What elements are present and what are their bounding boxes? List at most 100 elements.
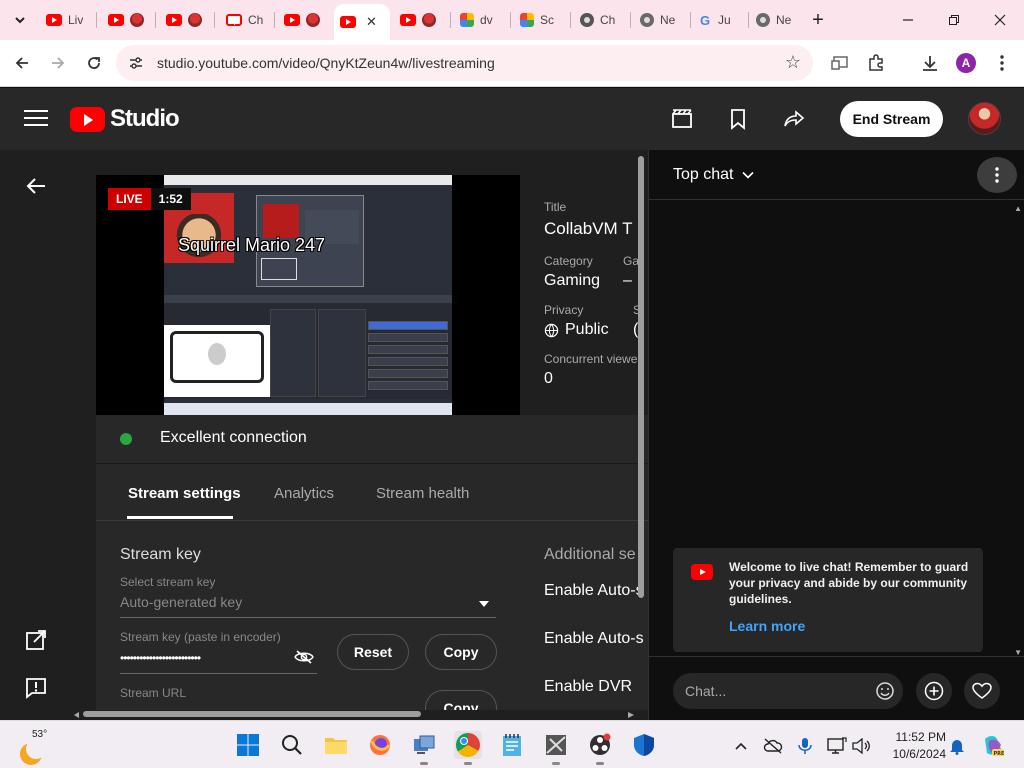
chat-scroll-up-icon[interactable]: ▲	[1014, 204, 1022, 213]
auto-start-option[interactable]: Enable Auto-s	[544, 582, 644, 600]
browser-tab[interactable]: Ne	[750, 6, 802, 34]
start-button[interactable]	[234, 731, 262, 759]
bookmark-icon[interactable]	[726, 107, 750, 131]
browser-tab[interactable]	[394, 6, 446, 34]
stream-preview[interactable]: LIVE 1:52 Squirrel Mario 247	[96, 175, 520, 415]
bookmark-star-icon[interactable]: ☆	[785, 52, 801, 73]
back-arrow-icon[interactable]	[24, 174, 48, 198]
add-button[interactable]	[916, 673, 952, 709]
emoji-button[interactable]	[867, 673, 903, 709]
mario-icon	[130, 13, 144, 27]
volume-status[interactable]	[850, 735, 872, 757]
visibility-off-icon[interactable]	[294, 649, 314, 665]
scroll-right-arrow-icon[interactable]	[628, 712, 634, 718]
studio-logo[interactable]: Studio	[70, 105, 180, 133]
monitor-icon	[827, 737, 847, 754]
virtual-machine-button[interactable]	[410, 731, 438, 765]
show-hidden-icons[interactable]	[730, 735, 752, 757]
notepad-button[interactable]	[498, 731, 526, 759]
search-button[interactable]	[278, 731, 306, 759]
close-window-button[interactable]	[980, 6, 1020, 34]
display-status[interactable]	[826, 735, 848, 757]
browser-tab[interactable]	[160, 6, 210, 34]
stream-key-value: •••••••••••••••••••••••••	[120, 651, 201, 665]
copilot-button[interactable]: PRE	[980, 735, 1006, 757]
heart-button[interactable]	[964, 673, 1000, 709]
enable-dvr-option[interactable]: Enable DVR	[544, 678, 632, 696]
profile-button[interactable]: A	[952, 49, 980, 77]
browser-tab-strip: Liv Ch ✕ dv Sc Ch Ne G Ju Ne +	[0, 0, 1024, 40]
channel-avatar[interactable]	[968, 102, 1001, 135]
learn-more-link[interactable]: Learn more	[729, 618, 805, 634]
browser-tab[interactable]: Sc	[514, 6, 566, 34]
firefox-button[interactable]	[366, 731, 394, 759]
clapperboard-icon[interactable]	[670, 107, 694, 131]
photos-icon	[520, 13, 534, 27]
browser-tab[interactable]: Liv	[40, 6, 92, 34]
heart-icon	[972, 682, 992, 699]
kebab-menu-icon	[1000, 55, 1004, 71]
browser-tab[interactable]: dv	[454, 6, 506, 34]
youtube-icon	[166, 14, 182, 26]
downloads-button[interactable]	[916, 49, 944, 77]
restore-button[interactable]	[934, 6, 974, 34]
stream-key-title: Stream key	[120, 546, 201, 563]
connection-text: Excellent connection	[160, 429, 307, 446]
category-label: Category	[544, 254, 593, 268]
tab-stream-settings[interactable]: Stream settings	[128, 485, 241, 502]
browser-tab[interactable]: Ch	[574, 6, 626, 34]
cast-button[interactable]	[826, 49, 854, 77]
system-clock[interactable]: 11:52 PM 10/6/2024	[876, 729, 946, 763]
tab-stream-health[interactable]: Stream health	[376, 485, 469, 502]
site-info-icon[interactable]	[126, 53, 146, 73]
back-button[interactable]	[8, 49, 36, 77]
hamburger-menu-icon[interactable]	[24, 110, 48, 128]
network-status[interactable]	[762, 735, 784, 757]
browser-tab[interactable]	[102, 6, 152, 34]
extensions-button[interactable]	[862, 49, 890, 77]
emoji-icon	[876, 682, 894, 700]
tab-analytics[interactable]: Analytics	[274, 485, 334, 502]
pinball-button[interactable]	[542, 731, 570, 765]
weather-widget[interactable]: 53°	[20, 729, 54, 765]
scroll-left-arrow-icon[interactable]	[74, 712, 80, 718]
stream-settings-panel: Stream key Select stream key Auto-genera…	[96, 520, 648, 720]
mario-icon	[188, 13, 202, 27]
chrome-gray-icon	[640, 13, 654, 27]
browser-toolbar: studio.youtube.com/video/QnyKtZeun4w/liv…	[0, 40, 1024, 87]
obs-button[interactable]	[586, 731, 614, 765]
folder-icon	[325, 738, 347, 754]
reset-button[interactable]: Reset	[337, 634, 409, 670]
browser-tab[interactable]: G Ju	[692, 6, 744, 34]
forward-button[interactable]	[44, 49, 72, 77]
main-horizontal-scrollbar[interactable]	[83, 711, 421, 717]
notifications-button[interactable]	[946, 735, 968, 757]
minimize-button[interactable]	[888, 6, 928, 34]
chat-menu-button[interactable]	[977, 157, 1017, 193]
webcam-frame-image	[164, 325, 270, 397]
address-bar[interactable]: studio.youtube.com/video/QnyKtZeun4w/liv…	[116, 45, 813, 81]
browser-tab-active[interactable]: ✕	[334, 4, 390, 40]
new-tab-button[interactable]: +	[800, 6, 836, 34]
open-external-icon[interactable]	[24, 628, 48, 652]
browser-tab[interactable]: Ch	[220, 6, 272, 34]
tab-divider	[155, 12, 156, 28]
tab-divider	[570, 12, 571, 28]
browser-tab[interactable]	[278, 6, 330, 34]
copy-key-button[interactable]: Copy	[425, 634, 497, 670]
privacy-value: Public	[544, 321, 609, 339]
end-stream-button[interactable]: End Stream	[840, 101, 943, 137]
share-icon[interactable]	[782, 107, 806, 131]
defender-button[interactable]	[630, 731, 658, 759]
auto-stop-option[interactable]: Enable Auto-s	[544, 630, 644, 648]
browser-tab[interactable]: Ne	[634, 6, 686, 34]
browser-menu-button[interactable]	[988, 49, 1016, 77]
feedback-icon[interactable]	[24, 676, 48, 700]
chrome-button[interactable]	[454, 731, 482, 765]
close-tab-icon[interactable]: ✕	[366, 14, 377, 30]
file-explorer-button[interactable]	[322, 731, 350, 759]
microphone-status[interactable]	[794, 735, 816, 757]
reload-button[interactable]	[80, 49, 108, 77]
tab-search-button[interactable]	[8, 8, 32, 32]
main-vertical-scrollbar[interactable]	[638, 156, 644, 598]
